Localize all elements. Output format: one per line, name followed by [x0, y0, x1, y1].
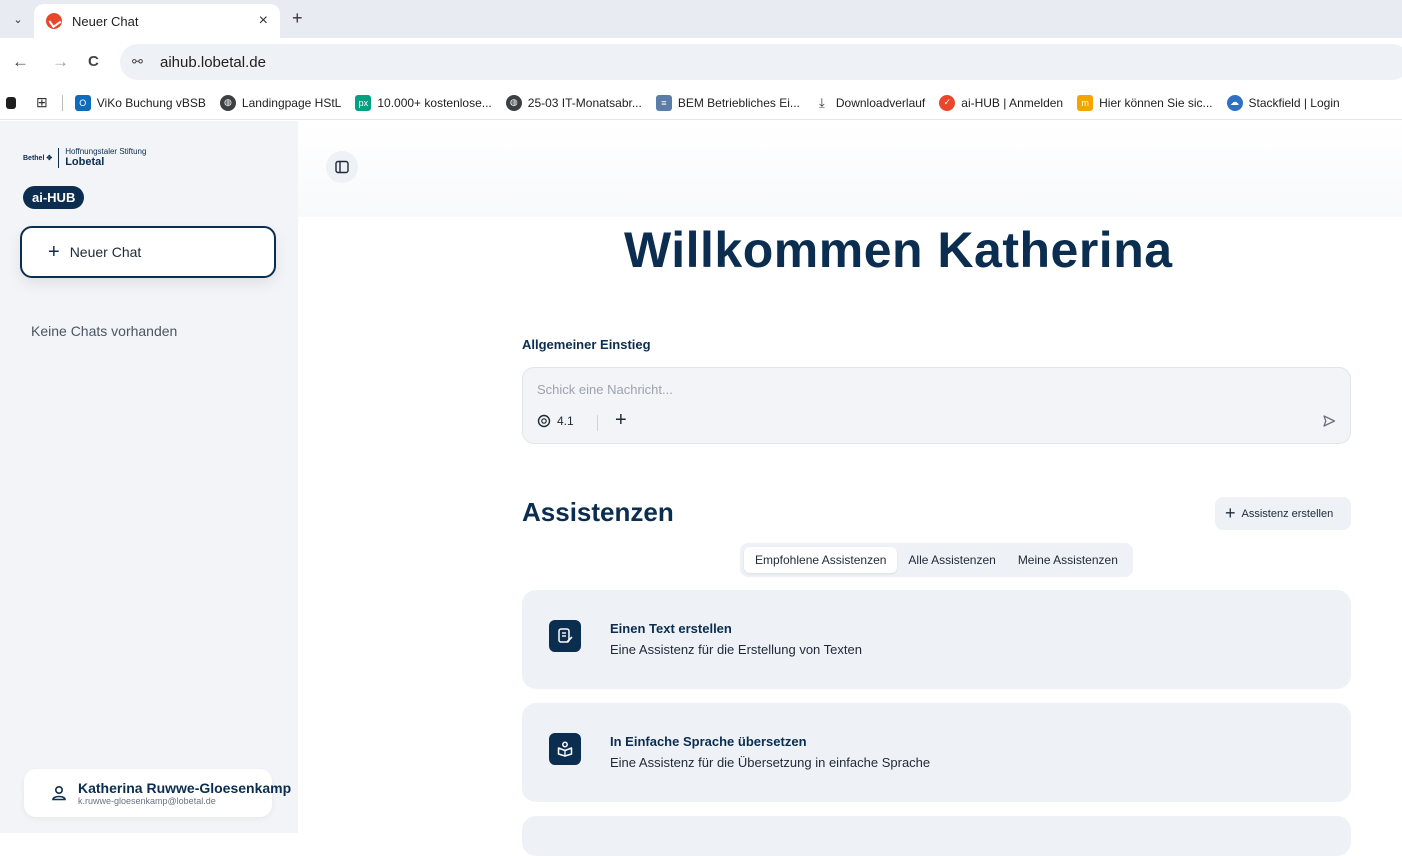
document-edit-icon: [549, 620, 581, 652]
bookmark-landingpage[interactable]: ◍ Landingpage HStL: [219, 94, 342, 111]
plus-icon: +: [1225, 503, 1236, 523]
book-person-icon: [549, 733, 581, 765]
logo-bethel: Bethel ✥: [23, 154, 53, 162]
welcome-heading: Willkommen Katherina: [624, 222, 1173, 278]
bookmark-bem[interactable]: ≡ BEM Betriebliches Ei...: [655, 94, 800, 111]
url-text[interactable]: aihub.lobetal.de: [160, 54, 266, 71]
bookmark-label: Stackfield | Login: [1248, 95, 1340, 110]
logo-divider: [58, 147, 60, 168]
assistant-card-partial[interactable]: [522, 816, 1351, 856]
logo-line2: Lobetal: [65, 156, 105, 168]
reload-icon[interactable]: C: [88, 53, 99, 70]
send-icon: [1323, 415, 1336, 427]
user-email: k.ruwwe-gloesenkamp@lobetal.de: [78, 796, 216, 806]
bookmark-it-monatsabr[interactable]: ◍ 25-03 IT-Monatsabr...: [505, 94, 642, 111]
bookmark-separator: [61, 94, 63, 111]
browser-tabstrip: ⌄ Neuer Chat × +: [0, 0, 1402, 38]
globe-icon: ◍: [505, 94, 522, 111]
main-topbar: [298, 121, 1402, 217]
tab-search-chevron-icon[interactable]: ⌄: [8, 9, 28, 29]
bookmark-label: 25-03 IT-Monatsabr...: [527, 95, 642, 110]
bookmark-downloads[interactable]: ⤓ Downloadverlauf: [814, 95, 925, 111]
outlook-icon: O: [74, 94, 91, 111]
bookmark-label: 10.000+ kostenlose...: [377, 95, 492, 110]
input-divider: [597, 415, 598, 431]
browser-tab-active[interactable]: Neuer Chat ×: [34, 4, 280, 38]
aihub-favicon-icon: [46, 13, 62, 29]
assistants-heading: Assistenzen: [522, 497, 674, 527]
bookmark-label: ViKo Buchung vBSB: [96, 95, 206, 110]
globe-icon: ◍: [219, 94, 236, 111]
assistant-card-text[interactable]: Einen Text erstellen Eine Assistenz für …: [522, 590, 1351, 689]
sidebar-toggle-button[interactable]: [326, 151, 358, 183]
sidebar: Bethel ✥ Hoffnungstaler Stiftung Lobetal…: [0, 121, 298, 833]
download-icon: ⤓: [819, 94, 825, 110]
new-tab-button[interactable]: +: [292, 8, 303, 29]
model-version: 4.1: [557, 414, 574, 428]
user-icon: [52, 785, 66, 801]
lobetal-logo: Bethel ✥ Hoffnungstaler Stiftung Lobetal: [23, 147, 146, 168]
send-button[interactable]: [1322, 414, 1336, 433]
user-info: Katherina Ruwwe-Gloesenkamp k.ruwwe-gloe…: [78, 780, 291, 806]
bookmark-viko[interactable]: O ViKo Buchung vBSB: [74, 94, 206, 111]
message-input-placeholder[interactable]: Schick eine Nachricht...: [537, 382, 673, 397]
general-entry-label: Allgemeiner Einstieg: [522, 337, 651, 352]
stackfield-icon: ☁: [1226, 94, 1243, 111]
sidebar-panel-icon: [335, 160, 349, 174]
assistant-filter-tabs: Empfohlene Assistenzen Alle Assistenzen …: [740, 543, 1133, 577]
logo-text: Hoffnungstaler Stiftung Lobetal: [65, 147, 146, 168]
new-chat-label: Neuer Chat: [69, 244, 142, 260]
bookmark-stackfield[interactable]: ☁ Stackfield | Login: [1226, 94, 1340, 111]
empty-chats-text: Keine Chats vorhanden: [31, 323, 178, 339]
tab-title: Neuer Chat: [72, 13, 139, 29]
assistant-card-title: In Einfache Sprache übersetzen: [610, 734, 807, 749]
bookmark-hier[interactable]: m Hier können Sie sic...: [1077, 94, 1213, 111]
openai-icon: [537, 414, 551, 428]
bookmark-label: Landingpage HStL: [241, 95, 342, 110]
create-assistant-label: Assistenz erstellen: [1241, 507, 1334, 520]
assistant-card-title: Einen Text erstellen: [610, 621, 732, 636]
create-assistant-button[interactable]: + Assistenz erstellen: [1215, 497, 1351, 530]
forward-icon[interactable]: →: [52, 52, 69, 72]
bookmark-label: ai-HUB | Anmelden: [961, 95, 1064, 110]
assistant-card-description: Eine Assistenz für die Übersetzung in ei…: [610, 755, 931, 770]
address-bar[interactable]: ⚯ aihub.lobetal.de: [120, 44, 1402, 80]
user-profile-card[interactable]: Katherina Ruwwe-Gloesenkamp k.ruwwe-gloe…: [24, 769, 291, 817]
tab-all[interactable]: Alle Assistenzen: [897, 547, 1006, 573]
bookmark-aihub[interactable]: ✓ ai-HUB | Anmelden: [939, 94, 1064, 111]
bookmark-pexels[interactable]: px 10.000+ kostenlose...: [355, 94, 492, 111]
bem-icon: ≡: [655, 94, 672, 111]
logo-line1: Hoffnungstaler Stiftung: [65, 147, 147, 156]
moodle-icon: m: [1077, 94, 1094, 111]
plus-icon: +: [48, 240, 60, 263]
tab-mine[interactable]: Meine Assistenzen: [1007, 547, 1129, 573]
aihub-badge: ai-HUB: [23, 186, 85, 209]
message-input-box[interactable]: Schick eine Nachricht... 4.1 +: [522, 367, 1351, 444]
apps-grid-icon[interactable]: ⊞: [36, 94, 48, 111]
aihub-icon: ✓: [939, 94, 956, 111]
bookmark-label: BEM Betriebliches Ei...: [677, 95, 800, 110]
assistant-card-simple-language[interactable]: In Einfache Sprache übersetzen Eine Assi…: [522, 703, 1351, 802]
model-selector-button[interactable]: 4.1: [537, 414, 574, 428]
site-settings-icon[interactable]: ⚯: [132, 54, 152, 70]
assistant-card-description: Eine Assistenz für die Erstellung von Te…: [610, 642, 862, 657]
main-content: Willkommen Katherina Allgemeiner Einstie…: [298, 121, 1402, 856]
bookmark-folder-icon[interactable]: [6, 96, 22, 109]
back-icon[interactable]: ←: [12, 52, 29, 72]
user-name: Katherina Ruwwe-Gloesenkamp: [78, 780, 292, 796]
new-chat-button[interactable]: + Neuer Chat: [20, 226, 276, 278]
bookmarks-bar: ⊞ O ViKo Buchung vBSB ◍ Landingpage HStL p…: [0, 86, 1402, 120]
tab-recommended[interactable]: Empfohlene Assistenzen: [744, 547, 898, 573]
tab-close-icon[interactable]: ×: [259, 12, 268, 30]
bookmark-label: Hier können Sie sic...: [1099, 95, 1213, 110]
pexels-icon: px: [355, 94, 372, 111]
bookmark-label: Downloadverlauf: [835, 95, 926, 110]
add-attachment-button[interactable]: +: [615, 409, 627, 432]
